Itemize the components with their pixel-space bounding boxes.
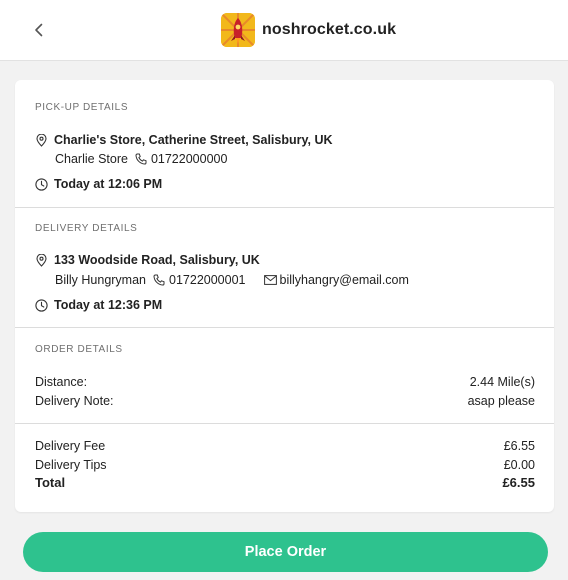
place-order-button[interactable]: Place Order — [23, 532, 548, 572]
delivery-fee-row: Delivery Fee £6.55 — [35, 439, 535, 453]
map-pin-icon — [35, 253, 48, 267]
brand-logo — [221, 13, 255, 47]
delivery-tips-value: £0.00 — [503, 458, 535, 472]
delivery-tips-label: Delivery Tips — [35, 458, 107, 472]
pickup-phone[interactable]: 01722000000 — [151, 152, 227, 166]
divider — [15, 207, 554, 208]
total-row: Total £6.55 — [35, 475, 535, 490]
pickup-contact-row: Charlie Store 01722000000 — [55, 152, 227, 166]
delivery-phone[interactable]: 01722000001 — [169, 273, 245, 287]
phone-icon — [153, 274, 166, 287]
top-bar: noshrocket.co.uk — [0, 0, 568, 61]
delivery-time-row: Today at 12:36 PM — [35, 298, 162, 312]
map-pin-icon — [35, 133, 48, 147]
pickup-time: Today at 12:06 PM — [54, 177, 163, 191]
delivery-contact-row: Billy Hungryman 01722000001 billyhangry@… — [55, 273, 409, 287]
delivery-address-row: 133 Woodside Road, Salisbury, UK — [35, 253, 260, 267]
chevron-left-icon — [35, 23, 43, 37]
delivery-email[interactable]: billyhangry@email.com — [280, 273, 409, 287]
delivery-note-row: Delivery Note: asap please — [35, 394, 535, 408]
envelope-icon — [263, 274, 277, 287]
total-value: £6.55 — [502, 475, 535, 490]
delivery-note-label: Delivery Note: — [35, 394, 114, 408]
clock-icon — [35, 177, 48, 191]
delivery-fee-value: £6.55 — [503, 439, 535, 453]
pickup-time-row: Today at 12:06 PM — [35, 177, 162, 191]
distance-row: Distance: 2.44 Mile(s) — [35, 375, 535, 389]
pickup-contact-name: Charlie Store — [55, 152, 128, 166]
back-button[interactable] — [28, 18, 50, 42]
pickup-address-row: Charlie's Store, Catherine Street, Salis… — [35, 133, 333, 147]
delivery-note-value: asap please — [467, 394, 535, 408]
distance-label: Distance: — [35, 375, 88, 389]
brand-name: noshrocket.co.uk — [262, 21, 397, 38]
order-summary-card: PICK-UP DETAILS Charlie's Store, Catheri… — [15, 80, 554, 512]
delivery-address: 133 Woodside Road, Salisbury, UK — [54, 253, 260, 267]
phone-icon — [135, 153, 148, 166]
pickup-address: Charlie's Store, Catherine Street, Salis… — [54, 133, 333, 147]
delivery-section-title: DELIVERY DETAILS — [35, 223, 138, 234]
delivery-contact-name: Billy Hungryman — [55, 273, 147, 287]
clock-icon — [35, 298, 48, 312]
delivery-fee-label: Delivery Fee — [35, 439, 106, 453]
total-label: Total — [35, 475, 66, 490]
distance-value: 2.44 Mile(s) — [469, 375, 535, 389]
delivery-tips-row: Delivery Tips £0.00 — [35, 458, 535, 472]
divider — [15, 327, 554, 328]
pickup-section-title: PICK-UP DETAILS — [35, 102, 129, 113]
divider — [15, 423, 554, 424]
brand: noshrocket.co.uk — [221, 13, 396, 47]
order-section-title: ORDER DETAILS — [35, 344, 123, 355]
delivery-time: Today at 12:36 PM — [54, 298, 163, 312]
